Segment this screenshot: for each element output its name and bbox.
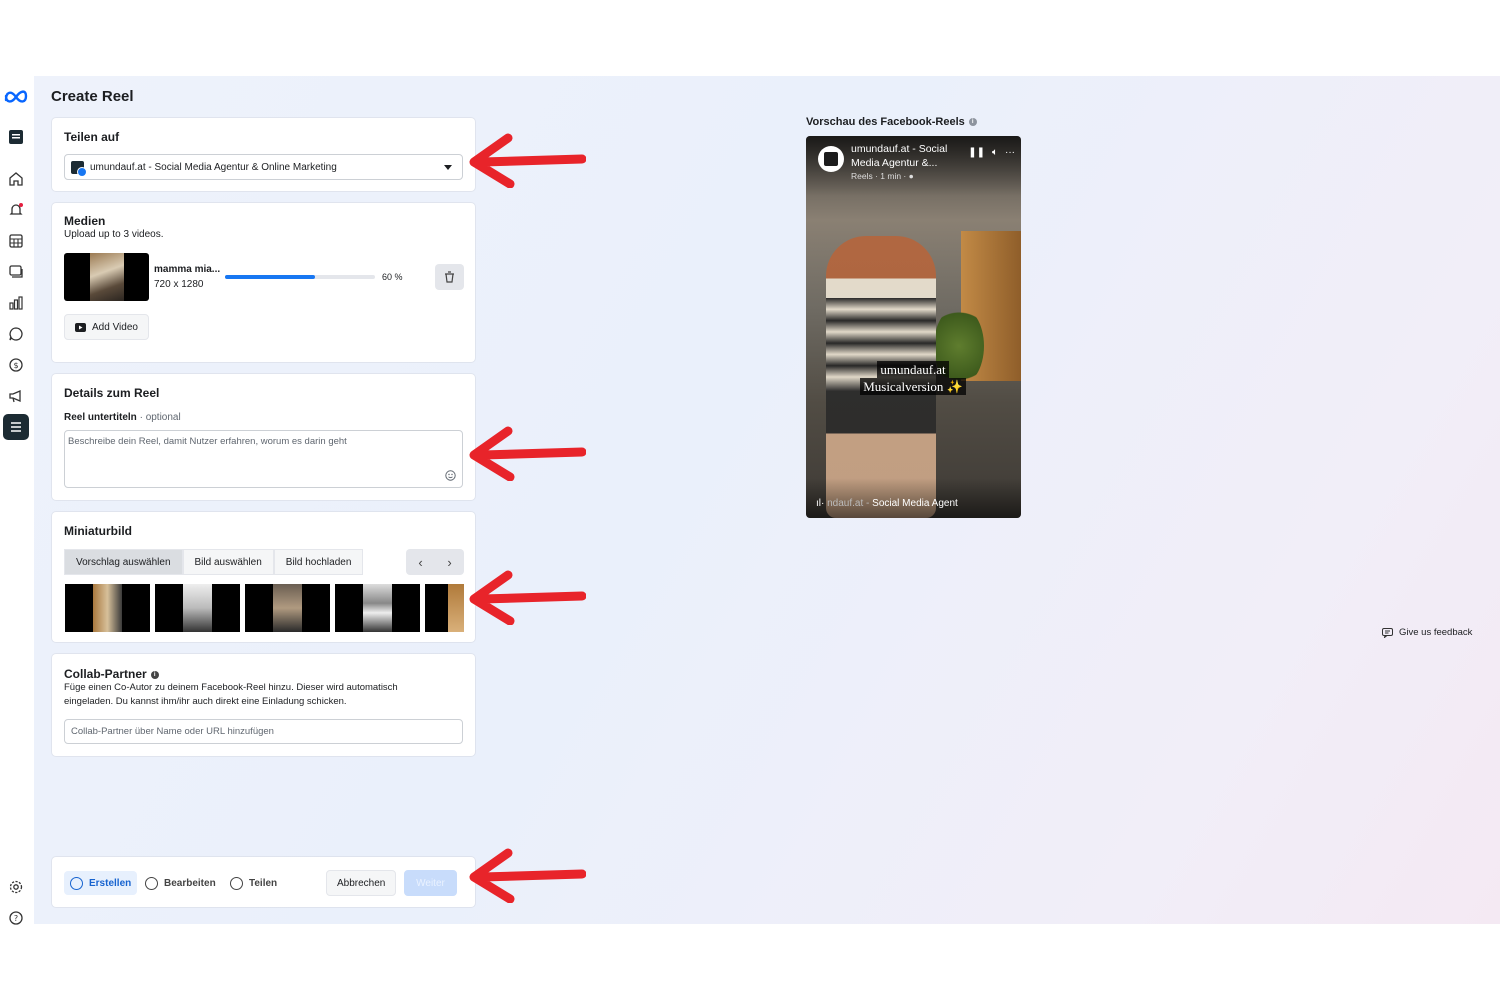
media-subtitle: Upload up to 3 videos. [64,229,164,240]
thumbnail-prev-button[interactable]: ‹ [406,549,435,575]
step-radio-icon [145,876,158,890]
collab-description: Füge einen Co-Autor zu deinem Facebook-R… [64,682,398,707]
pause-icon[interactable]: ❚❚ [968,147,985,158]
reel-details-card: Details zum Reel Reel untertiteln · opti… [52,374,475,500]
content-grid-icon[interactable] [3,228,29,254]
upload-progress-fill [225,275,315,279]
inbox-chat-icon[interactable] [3,321,29,347]
preview-avatar [818,146,844,172]
annotation-arrow-icon [469,848,586,903]
page-avatar-icon[interactable] [3,124,29,150]
step-create[interactable]: Erstellen [64,871,138,895]
monetization-dollar-icon[interactable]: $ [3,352,29,378]
settings-gear-icon[interactable] [3,874,29,900]
thumbnail-tabs: Vorschlag auswählen Bild auswählen Bild … [64,549,364,575]
video-icon [75,322,86,332]
step-radio-icon [70,876,83,890]
step-share[interactable]: Teilen [230,871,277,895]
preview-caption: umundauf.at Musicalversion ✨ [853,361,973,395]
annotation-arrow-icon [469,133,586,188]
add-video-button[interactable]: Add Video [64,314,149,340]
media-title: Medien [64,214,106,228]
collab-placeholder: Collab-Partner über Name oder URL hinzuf… [71,726,274,737]
chevron-left-icon: ‹ [418,554,423,570]
next-button[interactable]: Weiter [404,870,457,896]
caption-optional-hint: optional [145,412,181,423]
caption-label: Reel untertiteln [64,412,137,423]
thumbnail-option[interactable] [425,584,464,632]
caption-textarea[interactable]: Beschreibe dein Reel, damit Nutzer erfah… [64,430,463,488]
preview-meta: Reels · 1 min · ● [851,171,914,181]
preview-account-name: umundauf.at - Social Media Agentur &... [851,143,948,169]
footer-stepper-bar: Erstellen Bearbeiten Teilen Abbrechen We… [52,857,475,907]
upload-progress-bar [225,275,375,279]
tab-select-image[interactable]: Bild auswählen [182,549,274,575]
share-on-title: Teilen auf [64,130,120,144]
help-question-icon[interactable]: ? [3,905,29,931]
video-dimensions: 720 x 1280 [154,279,204,290]
preview-footer: ıl· ndauf.at - Social Media Agent [816,498,958,509]
left-nav-rail: $ ? [0,76,34,925]
thumbnail-next-button[interactable]: › [435,549,464,575]
trash-icon [445,271,454,283]
svg-text:?: ? [14,914,18,923]
cancel-button[interactable]: Abbrechen [326,870,397,896]
video-thumbnail [64,253,149,301]
app-window: $ ? Create Reel Teilen auf umundauf.at -… [0,76,1500,925]
upload-progress-label: 60 % [382,272,403,282]
meta-logo-icon[interactable] [3,86,29,106]
annotation-arrow-icon [469,426,586,481]
collab-card: Collab-Partner i Füge einen Co-Autor zu d… [52,654,475,756]
add-video-label: Add Video [92,321,138,333]
globe-icon: ● [908,171,914,181]
emoji-icon[interactable] [445,470,456,481]
notifications-bell-icon[interactable] [3,197,29,223]
home-icon[interactable] [3,166,29,192]
audio-wave-icon: ıl· [816,498,825,509]
page-title: Create Reel [51,88,134,105]
svg-text:$: $ [13,361,18,370]
annotation-arrow-icon [469,570,586,625]
collab-title: Collab-Partner [64,667,147,681]
thumbnail-title: Miniaturbild [64,524,132,538]
preview-controls: ❚❚ 🔈︎ ··· [968,147,1015,158]
info-icon[interactable]: i [968,118,977,127]
reel-preview: umundauf.at - Social Media Agentur &... … [806,136,1021,518]
info-icon[interactable]: i [150,670,159,679]
tab-upload-image[interactable]: Bild hochladen [273,549,364,575]
insights-chart-icon[interactable] [3,290,29,316]
reel-details-title: Details zum Reel [64,386,160,400]
feedback-bubble-icon [1382,627,1393,638]
give-feedback-link[interactable]: Give us feedback [1382,627,1472,638]
chevron-right-icon: › [447,554,452,570]
posts-stack-icon[interactable] [3,259,29,285]
volume-icon[interactable]: 🔈︎ [992,147,998,158]
thumbnail-option[interactable] [65,584,150,632]
collab-title-row: Collab-Partner i [64,667,159,681]
delete-video-button[interactable] [435,264,464,290]
more-options-icon[interactable]: ··· [1005,147,1015,158]
thumbnail-card: Miniaturbild Vorschlag auswählen Bild au… [52,512,475,642]
preview-label: Vorschau des Facebook-Reels i [806,116,977,128]
step-edit[interactable]: Bearbeiten [145,871,216,895]
page-avatar-icon [71,160,87,177]
collab-partner-input[interactable]: Collab-Partner über Name oder URL hinzuf… [64,719,463,744]
thumbnail-option[interactable] [245,584,330,632]
tab-suggestion[interactable]: Vorschlag auswählen [64,549,183,575]
ads-megaphone-icon[interactable] [3,383,29,409]
caption-label-row: Reel untertiteln · optional [64,412,181,423]
video-file-name: mamma mia... [154,264,221,275]
share-on-card: Teilen auf umundauf.at - Social Media Ag… [52,118,475,191]
thumbnail-option[interactable] [335,584,420,632]
caption-placeholder: Beschreibe dein Reel, damit Nutzer erfah… [68,436,347,447]
all-tools-menu-icon[interactable] [3,414,29,440]
thumbnail-option[interactable] [155,584,240,632]
page-selector-dropdown[interactable]: umundauf.at - Social Media Agentur & Onl… [64,154,463,180]
step-radio-icon [230,876,243,890]
selected-page-label: umundauf.at - Social Media Agentur & Onl… [90,161,337,173]
caret-down-icon [444,165,452,170]
